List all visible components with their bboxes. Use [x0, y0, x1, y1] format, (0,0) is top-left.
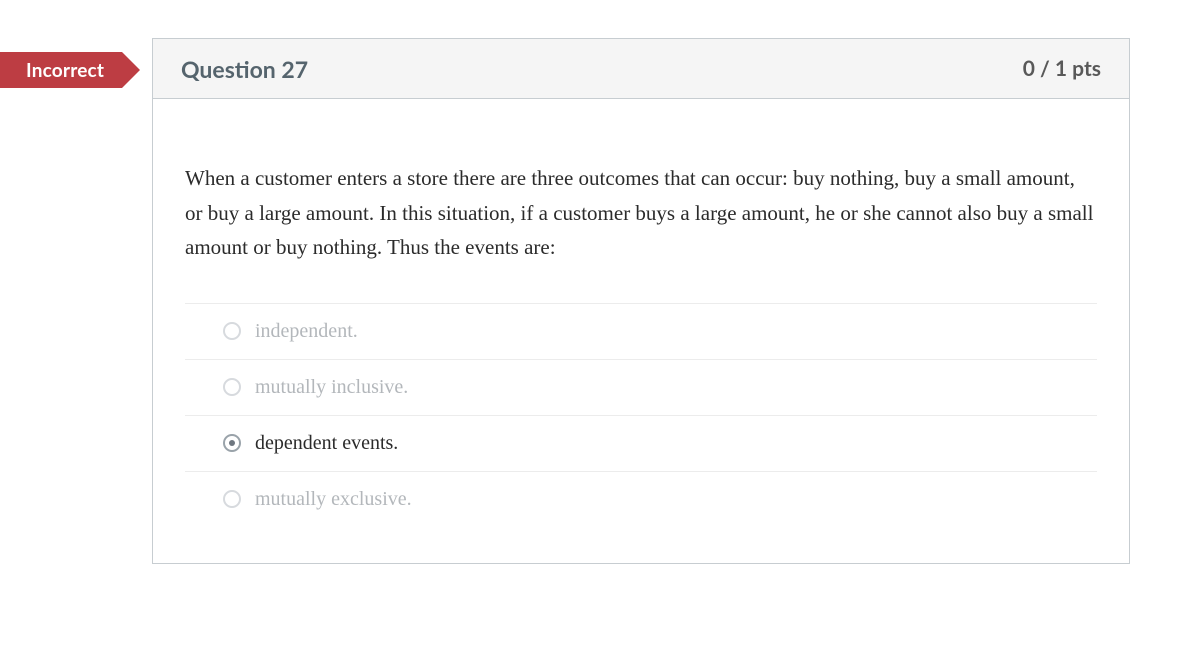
- status-badge-label: Incorrect: [26, 59, 104, 82]
- question-points: 0 / 1 pts: [1023, 56, 1101, 81]
- radio-icon: [223, 490, 241, 508]
- answer-label: independent.: [255, 320, 358, 343]
- answer-option[interactable]: independent.: [185, 304, 1097, 360]
- question-title: Question 27: [181, 55, 308, 83]
- radio-icon: [223, 434, 241, 452]
- question-card: Question 27 0 / 1 pts When a customer en…: [152, 38, 1130, 564]
- question-body: When a customer enters a store there are…: [153, 99, 1129, 563]
- answer-label: dependent events.: [255, 432, 398, 455]
- status-badge: Incorrect: [0, 52, 122, 88]
- question-header: Question 27 0 / 1 pts: [153, 39, 1129, 99]
- radio-icon: [223, 322, 241, 340]
- answer-option[interactable]: mutually inclusive.: [185, 360, 1097, 416]
- answer-label: mutually exclusive.: [255, 488, 412, 511]
- radio-icon: [223, 378, 241, 396]
- answers-list: independent. mutually inclusive. depende…: [185, 303, 1097, 527]
- answer-option[interactable]: mutually exclusive.: [185, 472, 1097, 527]
- question-text: When a customer enters a store there are…: [185, 161, 1097, 265]
- answer-option[interactable]: dependent events.: [185, 416, 1097, 472]
- answer-label: mutually inclusive.: [255, 376, 408, 399]
